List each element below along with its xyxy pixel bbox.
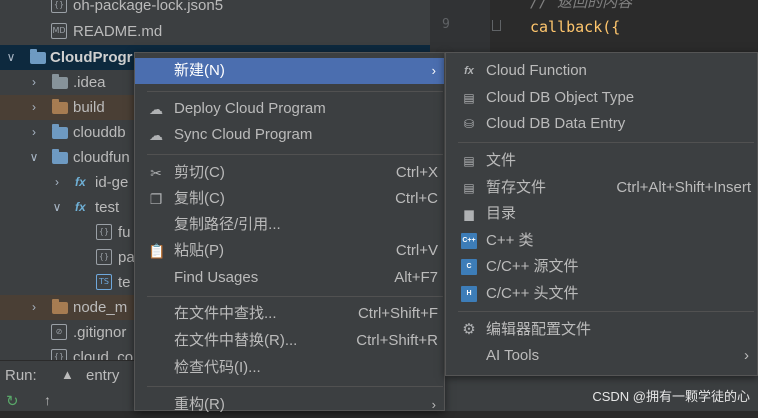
scratch-file-icon: ▤ [463,181,475,195]
folder-icon: ▆ [464,207,474,221]
chevron-right-icon[interactable]: › [27,120,41,145]
chevron-down-icon[interactable]: ∨ [4,45,18,70]
submenu-item-scratch-file[interactable]: ▤ 暂存文件 Ctrl+Alt+Shift+Insert [446,175,757,201]
menu-item-new[interactable]: 新建(N) › [135,58,444,84]
run-tab-entry[interactable]: entry [86,367,119,384]
submenu-item-file[interactable]: ▤ 文件 [446,148,757,174]
c-source-icon: C [461,259,477,275]
chevron-right-icon[interactable]: › [27,70,41,95]
submenu-separator [458,311,754,312]
chevron-right-icon[interactable]: › [50,170,64,195]
submenu-item-c-source-file[interactable]: C C/C++ 源文件 [446,254,757,280]
copy-icon: ❐ [149,191,163,207]
folder-icon [52,74,68,89]
markdown-file-icon: MD [51,23,67,39]
chevron-right-icon[interactable]: › [27,95,41,120]
cloud-function-icon: fx [75,175,86,189]
submenu-item-directory[interactable]: ▆ 目录 [446,201,757,227]
menu-item-refactor[interactable]: 重构(R) › [135,392,444,418]
json-file-icon: {} [96,224,112,240]
gitignore-file-icon: ⊘ [51,324,67,340]
chevron-right-icon[interactable]: › [27,295,41,320]
menu-separator [147,154,443,155]
watermark: CSDN @拥有一颗学徒的心 [592,389,750,404]
code-comment: // 返回的内容 [530,0,633,11]
menu-item-cut[interactable]: ✂ 剪切(C) Ctrl+X [135,160,444,186]
menu-item-copy-path[interactable]: 复制路径/引用... [135,212,444,238]
cloud-function-icon: fx [75,200,86,214]
menu-item-sync-cloud-program[interactable]: ☁ Sync Cloud Program [135,122,444,148]
submenu-item-cloud-db-object-type[interactable]: ▤ Cloud DB Object Type [446,85,757,111]
context-menu: 新建(N) › ☁ Deploy Cloud Program ☁ Sync Cl… [134,52,445,413]
menu-item-copy[interactable]: ❐ 复制(C) Ctrl+C [135,186,444,212]
file-icon: ▤ [463,154,475,168]
cloud-function-icon: fx [464,65,474,77]
excluded-folder-icon [52,299,68,314]
clipboard-icon: 📋 [148,243,166,259]
chevron-right-icon: › [431,63,436,78]
run-config-icon: ▲ [61,367,74,382]
menu-item-inspect-code[interactable]: 检查代码(I)... [135,355,444,381]
chevron-down-icon[interactable]: ∨ [27,145,41,170]
menu-item-paste[interactable]: 📋 粘贴(P) Ctrl+V [135,238,444,264]
fold-marker-icon[interactable] [492,20,501,31]
code-line: callback({ [530,18,621,36]
submenu-item-editorconfig[interactable]: ⚙ 编辑器配置文件 [446,317,757,343]
database-icon: ⛁ [463,117,475,131]
tree-item-readme[interactable]: MD README.md [0,19,430,44]
json-file-icon: {} [96,249,112,265]
c-header-icon: H [461,286,477,302]
chevron-right-icon: › [744,347,749,364]
submenu-item-cpp-class[interactable]: C++ C++ 类 [446,228,757,254]
line-number: 9 [442,17,450,32]
submenu-item-cloud-db-data-entry[interactable]: ⛁ Cloud DB Data Entry [446,111,757,137]
typescript-file-icon: TS [96,274,112,290]
menu-item-replace-in-files[interactable]: 在文件中替换(R)... Ctrl+Shift+R [135,328,444,354]
cloud-upload-icon: ☁ [149,101,163,117]
tree-item-oh-package-lock[interactable]: {} oh-package-lock.json5 [0,0,430,18]
menu-separator [147,296,443,297]
arrow-up-icon[interactable]: ↑ [44,392,51,408]
chevron-down-icon[interactable]: ∨ [50,195,64,220]
menu-separator [147,386,443,387]
submenu-item-c-header-file[interactable]: H C/C++ 头文件 [446,281,757,307]
menu-separator [147,91,443,92]
submenu-item-ai-tools[interactable]: AI Tools › [446,343,757,369]
scissors-icon: ✂ [150,165,162,181]
json-file-icon: {} [51,349,67,360]
json-file-icon: {} [51,0,67,13]
chevron-right-icon: › [431,397,436,412]
submenu-separator [458,142,754,143]
submenu-item-cloud-function[interactable]: fx Cloud Function [446,58,757,84]
run-label: Run: [5,367,37,384]
folder-icon [52,149,68,164]
module-folder-icon [30,49,46,64]
rerun-icon[interactable]: ↻ [6,392,19,410]
excluded-folder-icon [52,99,68,114]
new-submenu: fx Cloud Function ▤ Cloud DB Object Type… [445,52,758,376]
cpp-class-icon: C++ [461,233,477,249]
gear-icon: ⚙ [462,321,476,338]
menu-item-deploy-cloud-program[interactable]: ☁ Deploy Cloud Program [135,96,444,122]
menu-item-find-usages[interactable]: Find Usages Alt+F7 [135,265,444,291]
cloud-sync-icon: ☁ [149,127,163,143]
table-icon: ▤ [463,91,475,105]
menu-item-find-in-files[interactable]: 在文件中查找... Ctrl+Shift+F [135,301,444,327]
folder-icon [52,124,68,139]
